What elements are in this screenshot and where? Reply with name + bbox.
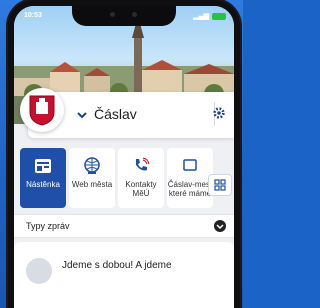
battery-icon xyxy=(212,12,226,20)
tile-label: Čáslav-mest které máme xyxy=(167,180,213,198)
tile-caslav-mesto[interactable]: Čáslav-mest které máme xyxy=(167,148,213,208)
globe-icon xyxy=(84,157,100,174)
city-name[interactable]: Čáslav xyxy=(94,106,137,122)
app-screen: 10:53 ▂▄▆ Čáslav Nástěnka Web města Kont… xyxy=(14,6,234,308)
news-thumbnail xyxy=(26,258,52,284)
status-icons: ▂▄▆ xyxy=(193,12,226,20)
signal-icon: ▂▄▆ xyxy=(193,13,209,20)
section-title: Typy zpráv xyxy=(26,221,70,231)
camera-notch xyxy=(72,6,176,26)
tile-label: Nástěnka xyxy=(26,180,60,189)
tile-label: Kontakty MěÚ xyxy=(125,180,157,198)
phone-contact-icon xyxy=(136,157,150,171)
status-time: 10:53 xyxy=(24,12,42,19)
news-card[interactable]: Jdeme s dobou! A jdeme xyxy=(14,242,234,308)
sensor-dot xyxy=(110,12,115,17)
tile-web-mesta[interactable]: Web města xyxy=(69,148,115,208)
camera-dot xyxy=(132,12,137,17)
tile-label: Web města xyxy=(71,180,113,189)
quick-tiles-row: Nástěnka Web města Kontakty MěÚ Čáslav-m… xyxy=(20,148,213,208)
phone-frame: 10:53 ▂▄▆ Čáslav Nástěnka Web města Kont… xyxy=(8,0,240,308)
city-crest-logo xyxy=(20,88,64,132)
chevron-down-icon[interactable] xyxy=(74,107,90,123)
bulletin-board-icon xyxy=(35,159,51,173)
message-types-section[interactable]: Typy zpráv xyxy=(14,214,234,238)
chevron-down-icon[interactable] xyxy=(214,220,226,232)
gear-icon[interactable] xyxy=(212,106,226,120)
grid-icon xyxy=(214,179,226,191)
tile-kontakty[interactable]: Kontakty MěÚ xyxy=(118,148,164,208)
news-headline: Jdeme s dobou! A jdeme xyxy=(62,260,172,271)
tile-nastenka[interactable]: Nástěnka xyxy=(20,148,66,208)
all-apps-button[interactable] xyxy=(208,174,232,196)
coat-of-arms-icon xyxy=(29,95,55,126)
news-icon xyxy=(183,159,197,171)
